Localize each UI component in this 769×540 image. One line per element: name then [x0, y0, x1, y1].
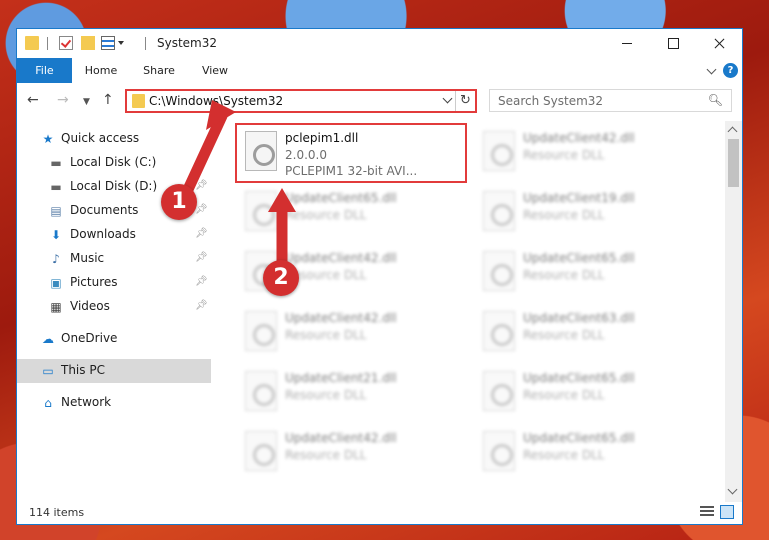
annotation-step-2: 2	[263, 260, 299, 296]
annotation-arrows	[179, 100, 296, 268]
annotation-step-1: 1	[161, 184, 197, 220]
annotation-arrowhead-2	[268, 188, 296, 212]
annotation-arrow-1	[179, 110, 228, 202]
